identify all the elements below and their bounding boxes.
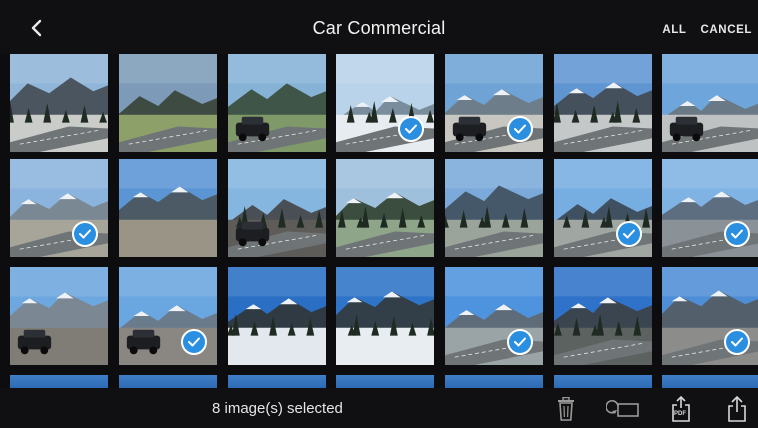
photo-image xyxy=(336,267,434,365)
photo-thumbnail[interactable] xyxy=(228,159,326,257)
photo-image xyxy=(445,159,543,257)
photo-grid xyxy=(10,54,758,388)
photo-image xyxy=(554,54,652,152)
photo-thumbnail[interactable] xyxy=(10,54,108,152)
page-title: Car Commercial xyxy=(312,18,446,38)
photo-thumbnail[interactable] xyxy=(10,375,108,388)
photo-image xyxy=(119,54,217,152)
export-pdf-icon xyxy=(672,396,690,422)
selected-check-icon[interactable] xyxy=(507,329,533,355)
photo-image xyxy=(10,267,108,365)
photo-thumbnail[interactable] xyxy=(228,375,326,388)
selected-check-icon[interactable] xyxy=(507,116,533,142)
photo-thumbnail[interactable] xyxy=(445,375,543,388)
photo-image xyxy=(228,159,326,257)
app-window: Car Commercial ALL CANCEL 8 image(s) sel… xyxy=(0,0,758,428)
photo-thumbnail[interactable] xyxy=(662,54,758,152)
selected-check-icon[interactable] xyxy=(724,329,750,355)
photo-image xyxy=(119,159,217,257)
photo-thumbnail[interactable] xyxy=(336,54,434,152)
trash-icon xyxy=(558,397,574,421)
delete-button[interactable] xyxy=(553,396,579,422)
photo-thumbnail[interactable] xyxy=(445,267,543,365)
photo-thumbnail[interactable] xyxy=(10,267,108,365)
select-all-button[interactable]: ALL xyxy=(662,24,686,36)
cancel-button[interactable]: CANCEL xyxy=(700,24,752,36)
top-bar: Car Commercial ALL CANCEL xyxy=(0,0,758,54)
selected-check-icon[interactable] xyxy=(724,221,750,247)
photo-thumbnail[interactable] xyxy=(228,267,326,365)
photo-thumbnail[interactable] xyxy=(228,54,326,152)
selected-check-icon[interactable] xyxy=(398,116,424,142)
photo-thumbnail[interactable] xyxy=(336,159,434,257)
photo-image xyxy=(554,267,652,365)
selected-check-icon[interactable] xyxy=(72,221,98,247)
pdf-label: PDF xyxy=(674,411,686,417)
photo-thumbnail[interactable] xyxy=(554,54,652,152)
selected-check-icon[interactable] xyxy=(181,329,207,355)
photo-thumbnail[interactable] xyxy=(445,54,543,152)
photo-thumbnail[interactable] xyxy=(445,159,543,257)
photo-thumbnail[interactable] xyxy=(119,375,217,388)
bottom-toolbar: 8 image(s) selected PDF xyxy=(0,388,758,428)
photo-thumbnail[interactable] xyxy=(119,54,217,152)
photo-thumbnail[interactable] xyxy=(662,375,758,388)
photo-image xyxy=(10,54,108,152)
selection-count: 8 image(s) selected xyxy=(212,400,343,417)
share-button[interactable] xyxy=(724,396,750,422)
export-pdf-button[interactable]: PDF xyxy=(668,396,694,422)
photo-thumbnail[interactable] xyxy=(554,159,652,257)
duplicate-button[interactable] xyxy=(606,396,640,422)
share-icon xyxy=(728,396,746,422)
top-actions: ALL CANCEL xyxy=(662,24,752,36)
photo-thumbnail[interactable] xyxy=(336,375,434,388)
photo-thumbnail[interactable] xyxy=(10,159,108,257)
photo-thumbnail[interactable] xyxy=(554,375,652,388)
duplicate-icon xyxy=(606,399,639,417)
photo-thumbnail[interactable] xyxy=(336,267,434,365)
photo-image xyxy=(228,267,326,365)
selected-check-icon[interactable] xyxy=(616,221,642,247)
photo-thumbnail[interactable] xyxy=(554,267,652,365)
photo-thumbnail[interactable] xyxy=(662,159,758,257)
photo-image xyxy=(228,54,326,152)
photo-thumbnail[interactable] xyxy=(119,267,217,365)
photo-thumbnail[interactable] xyxy=(119,159,217,257)
photo-image xyxy=(662,54,758,152)
photo-thumbnail[interactable] xyxy=(662,267,758,365)
photo-image xyxy=(336,159,434,257)
